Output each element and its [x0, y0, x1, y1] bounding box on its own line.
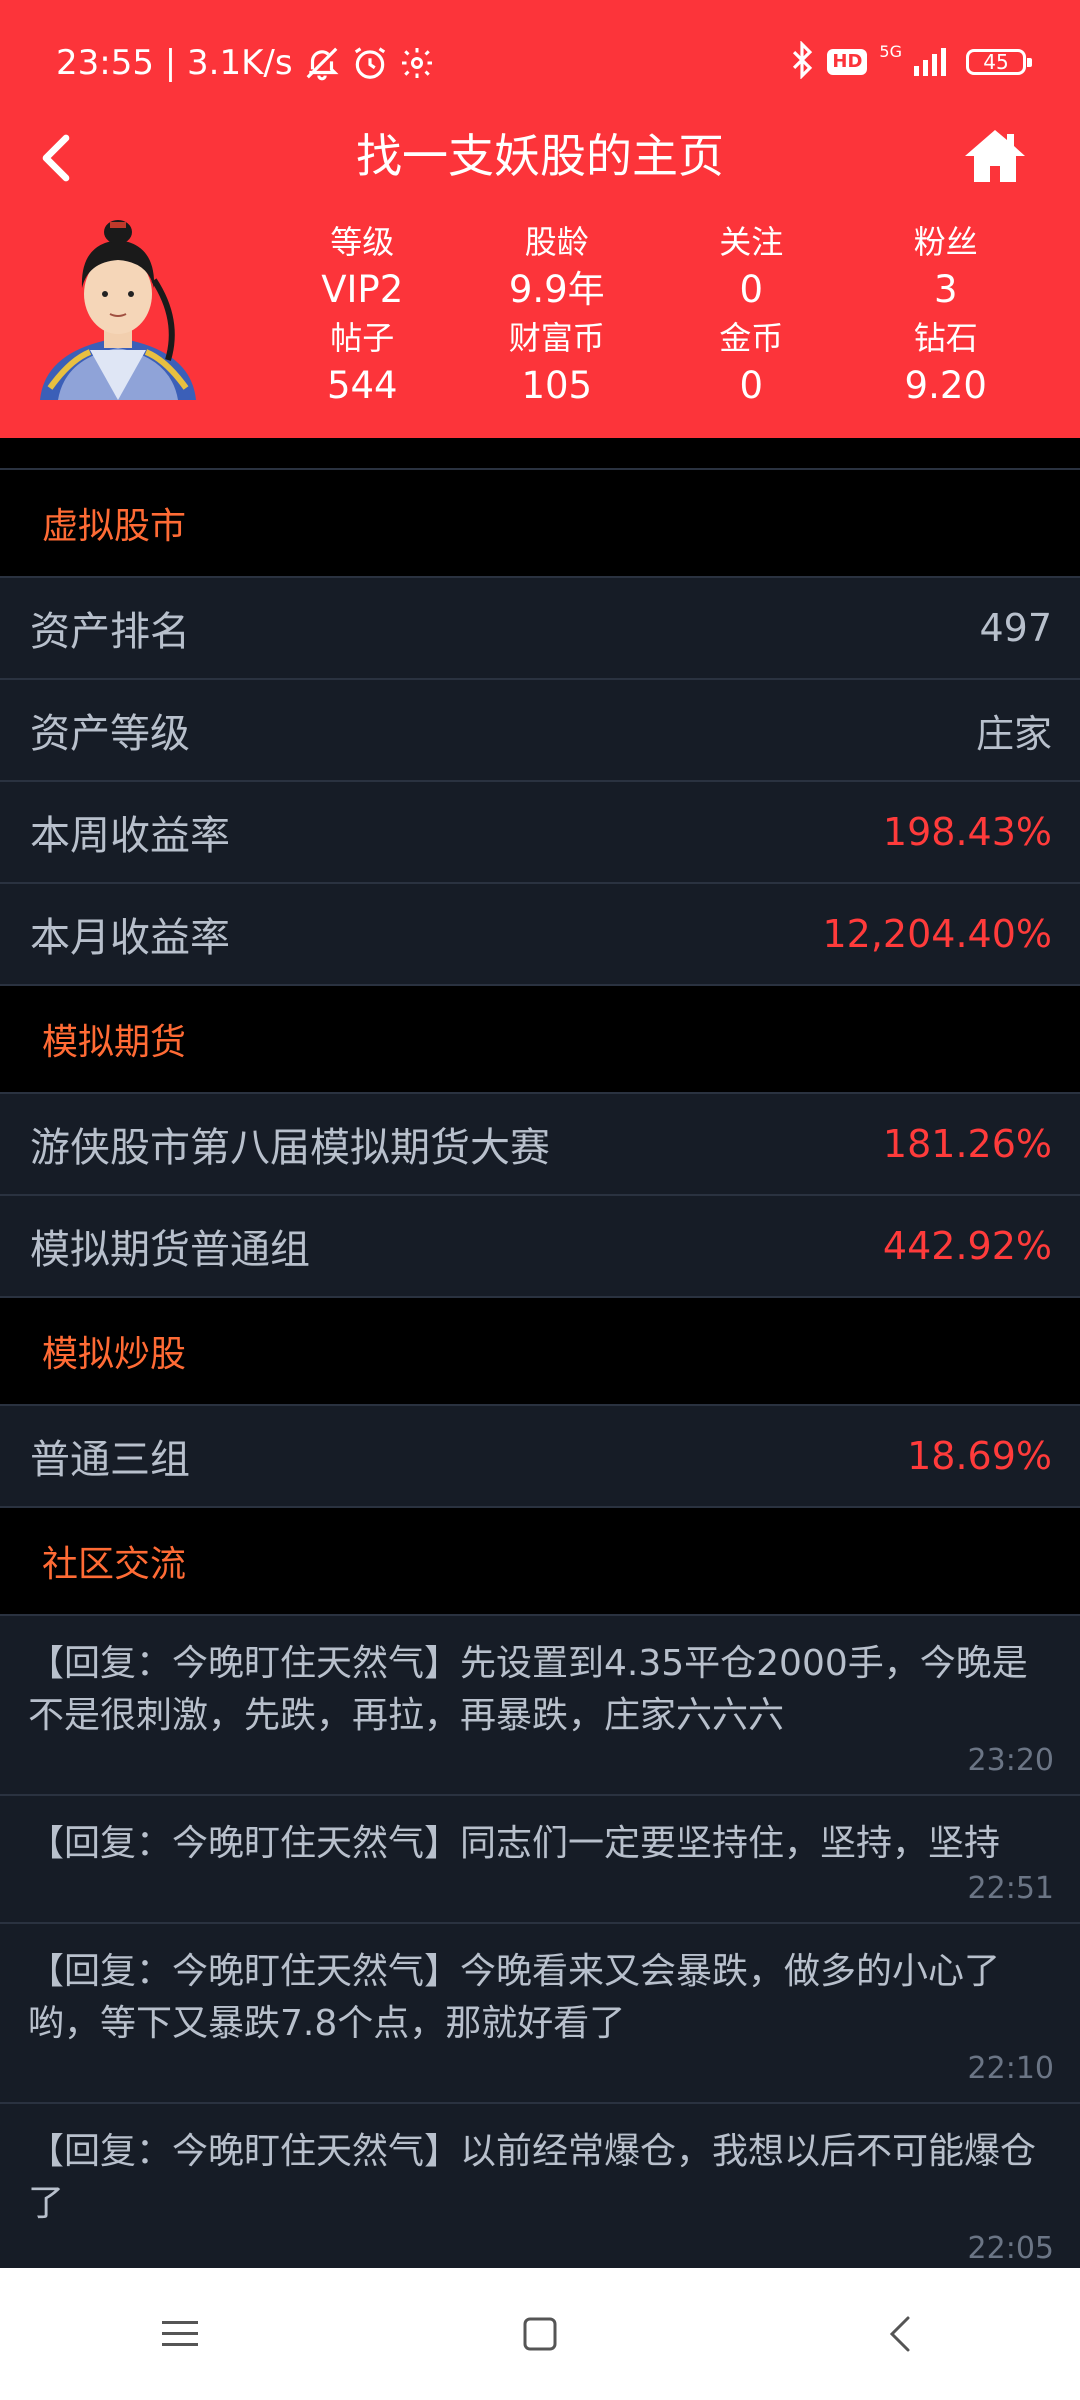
row-value: 442.92%: [882, 1224, 1052, 1268]
back-nav-button[interactable]: [840, 2284, 960, 2384]
row-value: 庄家: [975, 711, 1052, 756]
row-label: 资产排名: [30, 609, 190, 655]
post-item[interactable]: 【回复：今晚盯住天然气】先设置到4.35平仓2000手，今晚是不是很刺激，先跌，…: [0, 1616, 1080, 1796]
row-weekly-return[interactable]: 本周收益率 198.43%: [0, 782, 1080, 884]
stat-label-age: 股龄: [524, 223, 589, 261]
row-value: 198.43%: [882, 810, 1052, 854]
row-group-three[interactable]: 普通三组 18.69%: [0, 1406, 1080, 1508]
post-text: 【回复：今晚盯住天然气】以前经常爆仓，我想以后不可能爆仓了: [28, 2131, 1037, 2224]
stat-value-wealth: 105: [521, 364, 593, 407]
post-time: 22:10: [967, 2051, 1054, 2086]
stat-label-level: 等级: [330, 223, 395, 261]
row-value: 181.26%: [882, 1122, 1052, 1166]
menu-button[interactable]: [120, 2284, 240, 2384]
system-nav-bar: [0, 2268, 1080, 2400]
stat-label-gold: 金币: [719, 319, 784, 357]
square-icon: [523, 2317, 557, 2351]
row-value: 497: [979, 606, 1052, 650]
post-item[interactable]: 【回复：今晚盯住天然气】同志们一定要坚持住，坚持，坚持 22:51: [0, 1796, 1080, 1924]
status-bar-left: 23:55 | 3.1K/s: [56, 40, 435, 86]
row-value: 12,204.40%: [822, 912, 1052, 956]
post-text: 【回复：今晚盯住天然气】同志们一定要坚持住，坚持，坚持: [28, 1823, 1001, 1864]
page-title: 找一支妖股的主页: [356, 129, 724, 183]
hd-badge: HD: [827, 49, 868, 75]
bluetooth-icon: [789, 40, 815, 83]
post-item[interactable]: 【回复：今晚盯住天然气】以前经常爆仓，我想以后不可能爆仓了 22:05: [0, 2104, 1080, 2284]
battery-icon: 45: [966, 49, 1032, 75]
divider: [0, 438, 1080, 470]
row-futures-normal[interactable]: 模拟期货普通组 442.92%: [0, 1196, 1080, 1298]
post-text: 【回复：今晚盯住天然气】今晚看来又会暴跌，做多的小心了哟，等下又暴跌7.8个点，…: [28, 1951, 1001, 2044]
stat-label-following[interactable]: 关注: [654, 218, 849, 266]
row-label: 资产等级: [30, 711, 190, 757]
row-monthly-return[interactable]: 本月收益率 12,204.40%: [0, 884, 1080, 986]
section-title: 模拟期货: [42, 1022, 187, 1063]
avatar[interactable]: [30, 210, 206, 400]
section-title: 社区交流: [42, 1544, 187, 1585]
stat-value-posts[interactable]: 544: [265, 362, 460, 410]
row-label: 模拟期货普通组: [30, 1227, 310, 1273]
row-asset-rank[interactable]: 资产排名 497: [0, 578, 1080, 680]
home-nav-button[interactable]: [480, 2284, 600, 2384]
stat-value-following[interactable]: 0: [654, 266, 849, 314]
row-futures-contest[interactable]: 游侠股市第八届模拟期货大赛 181.26%: [0, 1094, 1080, 1196]
chevron-left-icon: [889, 2316, 910, 2352]
bell-muted-icon: [303, 44, 341, 82]
settings-gear-icon: [399, 45, 435, 81]
section-title: 虚拟股市: [42, 506, 187, 547]
menu-icon: [162, 2321, 198, 2346]
alarm-icon: [351, 44, 389, 82]
stat-value-diamond: 9.20: [904, 364, 987, 407]
post-time: 22:05: [967, 2231, 1054, 2266]
home-icon: [965, 130, 1025, 182]
row-label: 游侠股市第八届模拟期货大赛: [30, 1125, 550, 1171]
status-time-speed: 23:55 | 3.1K/s: [56, 43, 293, 83]
stat-value-level: VIP2: [321, 268, 404, 311]
row-asset-level[interactable]: 资产等级 庄家: [0, 680, 1080, 782]
network-type: 5G: [879, 42, 902, 61]
section-virtual-stock: 虚拟股市: [0, 470, 1080, 578]
stat-label-wealth: 财富币: [508, 319, 605, 357]
stat-value-gold: 0: [739, 364, 764, 407]
stat-label-fans[interactable]: 粉丝: [849, 218, 1044, 266]
stat-value-fans[interactable]: 3: [849, 266, 1044, 314]
row-label: 本周收益率: [30, 813, 230, 859]
row-label: 普通三组: [30, 1437, 190, 1483]
stat-label-posts[interactable]: 帖子: [265, 314, 460, 362]
section-community: 社区交流: [0, 1508, 1080, 1616]
post-time: 23:20: [967, 1743, 1054, 1778]
profile-header: 23:55 | 3.1K/s HD 5G 45 找一支妖股的主页 等级 股龄 关…: [0, 0, 1080, 438]
section-title: 模拟炒股: [42, 1334, 187, 1375]
status-bar-right: HD 5G 45: [789, 38, 1032, 86]
post-item[interactable]: 【回复：今晚盯住天然气】今晚看来又会暴跌，做多的小心了哟，等下又暴跌7.8个点，…: [0, 1924, 1080, 2104]
stat-value-age: 9.9年: [508, 268, 605, 311]
post-text: 【回复：今晚盯住天然气】先设置到4.35平仓2000手，今晚是不是很刺激，先跌，…: [28, 1643, 1028, 1736]
post-time: 22:51: [967, 1871, 1054, 1906]
home-button[interactable]: [960, 124, 1030, 188]
row-label: 本月收益率: [30, 915, 230, 961]
profile-stats: 等级 股龄 关注 粉丝 VIP2 9.9年 0 3 帖子 财富币 金币 钻石 5…: [265, 218, 1043, 410]
battery-level: 45: [983, 50, 1009, 74]
signal-icon: [914, 44, 954, 80]
section-futures: 模拟期货: [0, 986, 1080, 1094]
section-stock-trading: 模拟炒股: [0, 1298, 1080, 1406]
stat-label-diamond: 钻石: [913, 319, 978, 357]
row-value: 18.69%: [907, 1434, 1052, 1478]
content-list: 虚拟股市 资产排名 497 资产等级 庄家 本周收益率 198.43% 本月收益…: [0, 438, 1080, 2284]
